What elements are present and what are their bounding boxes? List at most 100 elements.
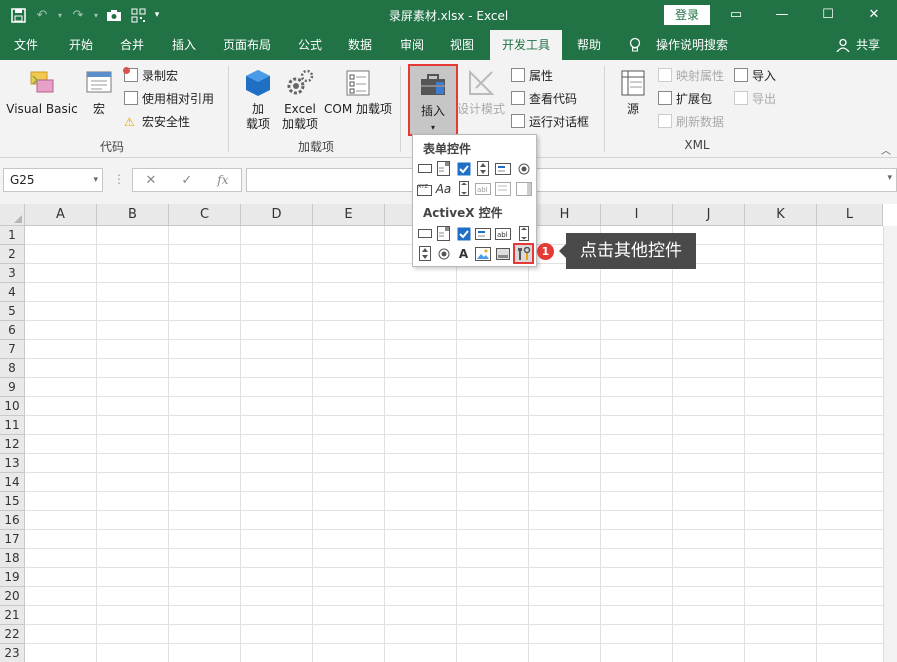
row-header[interactable]: 10 — [0, 397, 25, 416]
source-button[interactable]: 源 — [614, 68, 652, 117]
macros-button[interactable]: 宏 — [80, 68, 118, 117]
formula-bar-splitter-icon[interactable]: ⋮ — [113, 172, 125, 186]
design-mode-button[interactable]: 设计模式 — [456, 68, 506, 117]
enter-icon[interactable]: ✓ — [181, 173, 192, 188]
column-header[interactable]: L — [817, 204, 883, 226]
map-properties-button[interactable]: 映射属性 — [658, 66, 724, 86]
tell-me-search[interactable]: 操作说明搜索 — [650, 30, 734, 60]
import-button[interactable]: 导入 — [734, 66, 776, 86]
login-button[interactable]: 登录 — [664, 5, 710, 25]
record-macro-button[interactable]: 录制宏 — [123, 66, 178, 86]
row-header[interactable]: 13 — [0, 454, 25, 473]
insert-function-icon[interactable]: fx — [217, 173, 228, 187]
tab-formulas[interactable]: 公式 — [286, 30, 334, 60]
collapse-ribbon-icon[interactable]: ︿ — [881, 142, 891, 157]
tab-page-layout[interactable]: 页面布局 — [212, 30, 282, 60]
close-icon[interactable]: ✕ — [851, 0, 897, 30]
refresh-data-button[interactable]: 刷新数据 — [658, 112, 724, 132]
macro-security-button[interactable]: ⚠ 宏安全性 — [124, 112, 190, 132]
form-scroll-bar-icon[interactable] — [455, 180, 472, 197]
run-dialog-button[interactable]: 运行对话框 — [511, 112, 589, 132]
column-header[interactable]: D — [241, 204, 313, 226]
row-header[interactable]: 22 — [0, 625, 25, 644]
tab-data[interactable]: 数据 — [336, 30, 384, 60]
activex-combo-box-icon[interactable] — [435, 225, 452, 242]
maximize-icon[interactable]: ☐ — [805, 0, 851, 30]
visual-basic-button[interactable]: Visual Basic — [6, 68, 78, 117]
name-box[interactable]: G25 ▾ — [3, 168, 103, 192]
column-header[interactable]: J — [673, 204, 745, 226]
row-header[interactable]: 2 — [0, 245, 25, 264]
formula-input[interactable]: ▾ — [246, 168, 897, 192]
column-header[interactable]: B — [97, 204, 169, 226]
excel-addins-button[interactable]: Excel 加载项 — [280, 68, 320, 132]
column-header[interactable]: A — [25, 204, 97, 226]
row-header[interactable]: 17 — [0, 530, 25, 549]
row-header[interactable]: 18 — [0, 549, 25, 568]
column-header[interactable]: E — [313, 204, 385, 226]
row-header[interactable]: 21 — [0, 606, 25, 625]
activex-option-button-icon[interactable] — [435, 245, 452, 262]
share-button[interactable]: 共享 — [852, 30, 884, 60]
activex-spin-button-icon[interactable] — [416, 245, 433, 262]
cancel-icon[interactable]: ✕ — [145, 173, 156, 188]
row-header[interactable]: 14 — [0, 473, 25, 492]
com-addins-button[interactable]: COM 加载项 — [322, 68, 394, 117]
addins-button[interactable]: 加 载项 — [238, 68, 278, 132]
row-header[interactable]: 3 — [0, 264, 25, 283]
form-option-button-icon[interactable] — [515, 160, 532, 177]
column-header[interactable]: K — [745, 204, 817, 226]
column-header[interactable]: H — [529, 204, 601, 226]
activex-list-box-icon[interactable] — [474, 225, 491, 242]
row-header[interactable]: 5 — [0, 302, 25, 321]
row-header[interactable]: 16 — [0, 511, 25, 530]
select-all-button[interactable] — [0, 204, 25, 226]
cell-area[interactable] — [25, 226, 897, 662]
expand-formula-icon[interactable]: ▾ — [887, 173, 892, 183]
row-header[interactable]: 4 — [0, 283, 25, 302]
export-button[interactable]: 导出 — [734, 89, 776, 109]
insert-controls-button[interactable]: 插入 ▾ — [408, 64, 458, 136]
row-header[interactable]: 7 — [0, 340, 25, 359]
column-header[interactable]: C — [169, 204, 241, 226]
tab-help[interactable]: 帮助 — [566, 30, 612, 60]
relative-reference-button[interactable]: 使用相对引用 — [124, 89, 214, 109]
tab-file[interactable]: 文件 — [0, 30, 52, 60]
row-header[interactable]: 12 — [0, 435, 25, 454]
activex-toggle-button-icon[interactable] — [494, 245, 511, 262]
view-code-button[interactable]: 查看代码 — [511, 89, 577, 109]
tab-developer[interactable]: 开发工具 — [490, 30, 562, 60]
activex-button-icon[interactable] — [416, 225, 433, 242]
activex-text-box-icon[interactable]: abl — [494, 225, 511, 242]
tab-view[interactable]: 视图 — [438, 30, 486, 60]
form-label-icon[interactable]: Aa — [435, 180, 452, 197]
row-header[interactable]: 19 — [0, 568, 25, 587]
form-group-box-icon[interactable]: XYZ — [416, 180, 433, 197]
row-header[interactable]: 23 — [0, 644, 25, 662]
form-checkbox-icon[interactable] — [455, 160, 472, 177]
row-header[interactable]: 9 — [0, 378, 25, 397]
minimize-icon[interactable]: — — [759, 0, 805, 30]
properties-button[interactable]: 属性 — [511, 66, 553, 86]
vertical-scrollbar[interactable] — [883, 226, 897, 662]
ribbon-display-icon[interactable]: ▭ — [713, 0, 759, 30]
form-button-icon[interactable] — [416, 160, 433, 177]
tab-home[interactable]: 开始 — [56, 30, 106, 60]
tab-merge[interactable]: 合并 — [108, 30, 156, 60]
form-spin-button-icon[interactable] — [474, 160, 491, 177]
row-header[interactable]: 15 — [0, 492, 25, 511]
activex-image-icon[interactable] — [474, 245, 491, 262]
tab-review[interactable]: 审阅 — [388, 30, 436, 60]
row-header[interactable]: 11 — [0, 416, 25, 435]
row-header[interactable]: 1 — [0, 226, 25, 245]
tab-insert[interactable]: 插入 — [160, 30, 208, 60]
form-list-box-icon[interactable] — [494, 160, 511, 177]
row-header[interactable]: 20 — [0, 587, 25, 606]
activex-label-icon[interactable]: A — [455, 245, 472, 262]
form-combo-box-icon[interactable] — [435, 160, 452, 177]
chevron-down-icon[interactable]: ▾ — [93, 169, 98, 191]
row-header[interactable]: 8 — [0, 359, 25, 378]
row-header[interactable]: 6 — [0, 321, 25, 340]
expansion-packs-button[interactable]: 扩展包 — [658, 89, 712, 109]
column-header[interactable]: I — [601, 204, 673, 226]
